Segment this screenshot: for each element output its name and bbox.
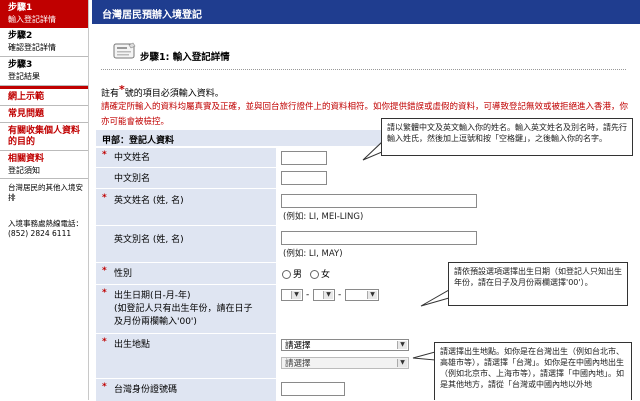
required-note-prefix: 註有 [101, 89, 120, 99]
chevron-down-icon: ▼ [397, 341, 407, 349]
radio-male[interactable] [282, 270, 291, 279]
chevron-down-icon: ▼ [323, 291, 333, 299]
sidebar-link-pics[interactable]: 有關收集個人資料的目的 [0, 123, 88, 151]
dob-tip-pointer [420, 289, 450, 307]
dob-separator: - [338, 290, 342, 300]
chevron-down-icon: ▼ [367, 291, 377, 299]
sidebar: 步驟1 輸入登記詳情 步驟2 確認登記詳情 步驟3 登記結果 網上示範 常見問題… [0, 0, 89, 400]
sidebar-link-sub[interactable]: 登記須知 [8, 165, 84, 176]
required-note: 註有*號的項目必須輸入資料。 [101, 83, 224, 99]
row-english-name: * 英文姓名 (姓, 名) (例如: LI, MEI-LING) [96, 188, 528, 225]
required-star: * [102, 337, 107, 347]
english-name-hint: (例如: LI, MEI-LING) [283, 212, 364, 222]
birthplace-sub-select[interactable]: 請選擇 ▼ [281, 357, 409, 369]
required-star: * [119, 83, 125, 96]
chinese-alias-input[interactable] [281, 171, 327, 185]
row-chinese-alias: 中文別名 [96, 167, 528, 188]
sidebar-link-online-demo[interactable]: 網上示範 [0, 89, 88, 106]
sidebar-link-related-info[interactable]: 相關資料 登記須知 [0, 151, 88, 179]
sidebar-step-3[interactable]: 步驟3 登記結果 [0, 57, 88, 86]
chinese-alias-label: 中文別名 [114, 174, 151, 184]
required-star: * [102, 150, 107, 160]
birthplace-select[interactable]: 請選擇 ▼ [281, 339, 409, 351]
page-title: 台灣居民預辦入境登記 [102, 10, 202, 21]
sex-female-label: 女 [321, 270, 331, 280]
chinese-name-input[interactable] [281, 151, 327, 165]
sidebar-link-label: 常見問題 [8, 109, 45, 119]
chinese-name-label: 中文姓名 [114, 153, 151, 163]
name-tooltip: 請以繁體中文及英文輸入你的姓名。輸入英文姓名及別名時，請先行輸入姓氏，然後加上逗… [381, 118, 633, 156]
step-3-title: 步驟3 [8, 60, 33, 70]
step-divider [101, 69, 626, 70]
sidebar-hotline: 入境事務處熱線電話： (852) 2824 6111 [0, 217, 88, 239]
birthplace-select-value: 請選擇 [285, 341, 311, 351]
sidebar-link-label: 有關收集個人資料的目的 [8, 126, 81, 147]
step-title: 步驟1: 輸入登記詳情 [140, 52, 230, 63]
sex-male-label: 男 [293, 270, 303, 280]
sidebar-step-2[interactable]: 步驟2 確認登記詳情 [0, 28, 88, 57]
english-alias-input[interactable] [281, 231, 477, 245]
dob-label: 出生日期(日-月-年) [114, 291, 191, 301]
step-1-sub: 輸入登記詳情 [8, 15, 56, 24]
required-star: * [102, 382, 107, 392]
taiwan-id-label: 台灣身份證號碼 [114, 385, 178, 395]
english-alias-hint: (例如: LI, MAY) [283, 249, 343, 259]
required-star: * [102, 193, 107, 203]
english-alias-label: 英文別名 (姓, 名) [114, 235, 184, 245]
registration-form-icon [111, 41, 137, 61]
radio-female[interactable] [310, 270, 319, 279]
sidebar-step-1[interactable]: 步驟1 輸入登記詳情 [0, 0, 88, 28]
step-1-title: 步驟1 [8, 3, 33, 13]
dob-note-line2: 及月份兩欄輸入'00') [114, 317, 197, 327]
sex-option-male[interactable]: 男 [282, 267, 302, 280]
birthplace-sub-select-value: 請選擇 [285, 359, 311, 369]
dob-tooltip: 請依預設選項選擇出生日期（如登記人只知出生年份，請在日子及月份兩欄選擇'00'）… [448, 262, 628, 306]
required-note-suffix: 號的項目必須輸入資料。 [124, 89, 224, 99]
page-header: 台灣居民預辦入境登記 [92, 0, 640, 24]
sidebar-other-arrangements[interactable]: 台灣居民的其他入境安排 [0, 179, 88, 207]
english-name-label: 英文姓名 (姓, 名) [114, 196, 184, 206]
row-english-alias: 英文別名 (姓, 名) (例如: LI, MAY) [96, 225, 528, 262]
sidebar-link-label: 網上示範 [8, 92, 45, 102]
hotline-number: (852) 2824 6111 [8, 229, 72, 238]
step-2-sub: 確認登記詳情 [8, 43, 56, 52]
chevron-down-icon: ▼ [397, 359, 407, 367]
dob-separator: - [306, 290, 310, 300]
chevron-down-icon: ▼ [291, 291, 301, 299]
step-2-title: 步驟2 [8, 31, 33, 41]
dob-month-select[interactable]: ▼ [313, 289, 335, 301]
dob-year-select[interactable]: ▼ [345, 289, 379, 301]
step-3-sub: 登記結果 [8, 72, 40, 81]
dob-note-line1: (如登記人只有出生年份，請在日子 [114, 304, 253, 314]
taiwan-id-input[interactable] [281, 382, 345, 396]
birthplace-tip-pointer [412, 351, 436, 361]
sex-label: 性別 [114, 269, 133, 279]
english-name-input[interactable] [281, 194, 477, 208]
required-star: * [102, 288, 107, 298]
sidebar-link-faq[interactable]: 常見問題 [0, 106, 88, 123]
sidebar-link-label: 相關資料 [8, 154, 45, 164]
birthplace-label: 出生地點 [114, 340, 151, 350]
sex-option-female[interactable]: 女 [310, 267, 330, 280]
hotline-label: 入境事務處熱線電話： [8, 219, 83, 228]
birthplace-tooltip: 請選擇出生地點。如你是在台灣出生（例如台北市、高雄市等），請選擇「台灣」。如你是… [434, 342, 632, 400]
dob-day-select[interactable]: ▼ [281, 289, 303, 301]
required-star: * [102, 266, 107, 276]
section-title: 甲部：登記人資料 [102, 136, 175, 146]
